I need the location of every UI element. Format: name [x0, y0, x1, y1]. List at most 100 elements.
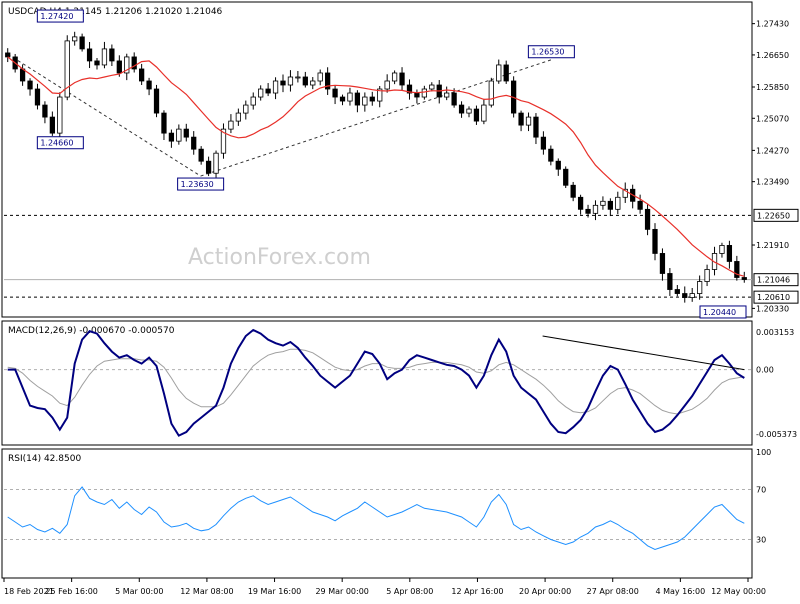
candle-body: [101, 48, 108, 66]
candle-body: [741, 277, 747, 280]
candle-body: [57, 96, 63, 134]
candle-body: [42, 104, 48, 118]
candle-body: [332, 88, 338, 98]
candle-body: [243, 104, 249, 114]
candle-body: [213, 152, 219, 174]
rsi-label: RSI(14) 42.8500: [8, 454, 81, 464]
price-annotation-label: 1.27420: [40, 12, 73, 21]
candle-body: [451, 92, 457, 106]
candle-body: [540, 136, 547, 150]
macd-trendline: [542, 335, 745, 371]
candle-body: [109, 48, 115, 62]
candle-body: [302, 76, 308, 86]
candle-body: [391, 72, 398, 82]
price-tick-label: 1.24270: [756, 146, 789, 155]
candle-body: [518, 112, 524, 126]
candle-body: [481, 104, 487, 122]
candle-body: [94, 60, 100, 66]
time-tick-label: 12 Apr 16:00: [451, 587, 503, 596]
candle-body: [704, 269, 710, 282]
candle-body: [153, 88, 160, 114]
rsi-layer: 100 70 30: [4, 448, 771, 551]
candle-body: [548, 148, 554, 162]
price-annotation-label: 1.20440: [703, 308, 736, 317]
candle-body: [726, 245, 733, 262]
candle-body: [414, 92, 420, 98]
candle-body: [369, 96, 375, 102]
time-tick-label: 4 May 16:00: [655, 587, 705, 596]
rsi-line: [7, 486, 745, 551]
candle-body: [280, 80, 286, 86]
candle-body: [139, 68, 145, 82]
candle-body: [79, 36, 85, 50]
macd-tick-label: 0.00: [756, 366, 774, 375]
candle-body: [585, 208, 591, 214]
candle-body: [689, 293, 695, 298]
candle-body: [637, 200, 643, 210]
time-tick-label: 12 May 00:00: [711, 587, 766, 596]
price-tick-label: 1.23490: [756, 178, 789, 187]
rsi-tick-label: 100: [756, 448, 771, 457]
price-tick-label: 1.26650: [756, 51, 789, 60]
candle-body: [161, 112, 167, 134]
candle-body: [354, 92, 361, 106]
price-tick-label: 1.27430: [756, 20, 789, 29]
level-label: 1.20610: [757, 293, 790, 302]
macd-panel: MACD(12,26,9) -0.000670 -0.000570: [1, 320, 753, 446]
candle-body: [86, 48, 93, 62]
price-tick-label: 1.20330: [756, 304, 789, 313]
time-tick-label: 19 Mar 16:00: [248, 587, 301, 596]
candle-body: [287, 76, 294, 86]
candle-body: [667, 273, 673, 290]
candle-body: [421, 88, 427, 98]
candle-body: [488, 80, 494, 106]
candle-body: [72, 36, 78, 42]
candle-body: [600, 200, 606, 206]
candle-body: [49, 116, 55, 134]
candle-body: [503, 64, 509, 82]
time-tick-label: 20 Apr 00:00: [519, 587, 571, 596]
candle-body: [466, 108, 472, 114]
time-tick-label: 25 Feb 16:00: [45, 587, 97, 596]
candle-body: [429, 84, 435, 90]
candle-body: [27, 80, 33, 90]
candle-body: [399, 72, 405, 86]
macd-tick-label: 0.003153: [756, 328, 794, 337]
candle-body: [198, 148, 204, 162]
candle-body: [496, 64, 502, 82]
rsi-tick-label: 30: [756, 536, 766, 545]
price-annotation-label: 1.24660: [40, 139, 73, 148]
candle-body: [250, 96, 256, 106]
time-axis: 18 Feb 202125 Feb 16:00 5 Mar 00:00 12 Mar…: [3, 578, 766, 596]
watermark: ActionForex.com: [188, 245, 371, 270]
macd-line: [7, 328, 745, 437]
macd-tick-label: -0.005373: [756, 430, 797, 439]
candle-body: [682, 293, 688, 298]
candle-body: [570, 184, 576, 198]
candle-body: [183, 128, 189, 138]
candle-body: [577, 196, 584, 210]
price-tick-label: 1.21910: [756, 241, 789, 250]
candle-body: [607, 200, 613, 210]
time-tick-label: 29 Mar 00:00: [315, 587, 368, 596]
candle-body: [555, 160, 561, 170]
rsi-tick-label: 70: [756, 486, 766, 495]
candle-body: [615, 196, 621, 210]
candle-body: [310, 80, 316, 86]
candle-body: [362, 96, 368, 106]
candle-body: [384, 80, 390, 90]
candle-body: [444, 92, 450, 98]
candle-body: [563, 168, 569, 186]
price-tick-label: 1.25850: [756, 83, 789, 92]
candle-body: [205, 160, 212, 174]
candle-body: [258, 88, 264, 98]
price-layer: 1.27430 1.26650 1.25850 1.25070 1.24270 1.234…: [4, 9, 799, 319]
price-annotation-label: 1.23630: [181, 180, 214, 189]
time-tick-label: 27 Apr 08:00: [587, 587, 639, 596]
candle-body: [659, 253, 666, 274]
candle-body: [473, 108, 480, 122]
time-tick-label: 5 Apr 08:00: [386, 587, 433, 596]
candle-body: [533, 116, 539, 138]
moving-average-line: [7, 56, 745, 277]
current-price-label: 1.21046: [757, 276, 790, 285]
